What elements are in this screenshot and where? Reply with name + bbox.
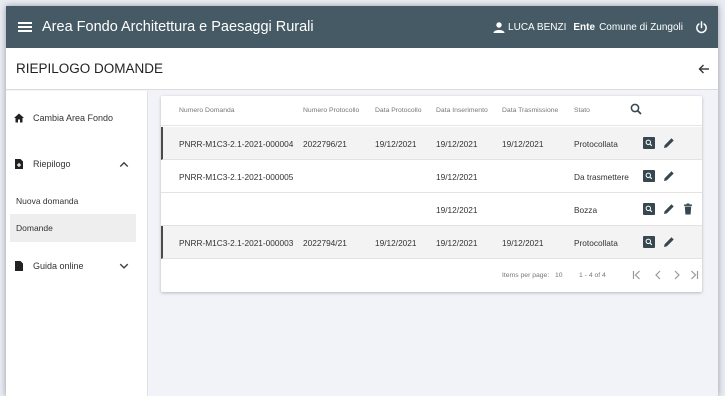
cell-numero-protocollo: 2022794/21 bbox=[303, 238, 347, 248]
table-row[interactable]: PNRR-M1C3-2.1-2021-000005 19/12/2021 Da … bbox=[161, 160, 702, 193]
sidebar-subitem-label: Nuova domanda bbox=[16, 196, 79, 206]
column-header-stato[interactable]: Stato bbox=[574, 107, 590, 114]
page-title: RIEPILOGO DOMANDE bbox=[16, 61, 164, 76]
cell-data-inserimento: 19/12/2021 bbox=[436, 205, 478, 215]
sidebar-item-label: Guida online bbox=[33, 261, 84, 271]
edit-icon[interactable] bbox=[663, 236, 675, 248]
cell-data-trasmissione: 19/12/2021 bbox=[502, 238, 544, 248]
sidebar-item-riepilogo[interactable]: Riepilogo bbox=[14, 159, 142, 169]
cell-stato: Bozza bbox=[574, 205, 598, 215]
page-size-select[interactable]: 10 bbox=[555, 272, 563, 279]
sidebar-item-cambia-area-fondo[interactable]: Cambia Area Fondo bbox=[14, 113, 142, 123]
paginator: Items per page: 10 1 - 4 of 4 bbox=[161, 258, 702, 292]
sidebar-item-label: Riepilogo bbox=[33, 159, 71, 169]
view-icon[interactable] bbox=[643, 236, 655, 248]
cell-numero-domanda: PNRR-M1C3-2.1-2021-000004 bbox=[179, 139, 294, 149]
items-per-page-label: Items per page: bbox=[502, 272, 550, 279]
power-icon[interactable] bbox=[695, 20, 708, 34]
chevron-up-icon[interactable] bbox=[119, 159, 129, 169]
column-header-data-protocollo[interactable]: Data Protocollo bbox=[375, 107, 421, 114]
chevron-down-icon[interactable] bbox=[119, 261, 129, 271]
sidebar-subitem-domande[interactable]: Domande bbox=[10, 214, 136, 242]
cell-data-protocollo: 19/12/2021 bbox=[375, 238, 417, 248]
next-page-icon[interactable] bbox=[671, 269, 683, 281]
table-row[interactable]: PNRR-M1C3-2.1-2021-000003 2022794/21 19/… bbox=[161, 226, 702, 259]
cell-data-inserimento: 19/12/2021 bbox=[436, 139, 478, 149]
sidebar-subitem-label: Domande bbox=[16, 223, 53, 233]
ente-label: Ente bbox=[573, 21, 596, 33]
view-icon[interactable] bbox=[643, 170, 655, 182]
prev-page-icon[interactable] bbox=[652, 269, 664, 281]
file-plus-icon bbox=[15, 159, 23, 169]
app-window: Area Fondo Architettura e Paesaggi Rural… bbox=[6, 6, 718, 396]
home-icon bbox=[14, 113, 24, 123]
page-header: RIEPILOGO DOMANDE bbox=[6, 48, 718, 90]
view-icon[interactable] bbox=[643, 137, 655, 149]
cell-stato: Protocollata bbox=[574, 139, 618, 149]
domande-table-card: Numero Domanda Numero Protocollo Data Pr… bbox=[161, 96, 702, 292]
cell-data-inserimento: 19/12/2021 bbox=[436, 172, 478, 182]
sidebar-subitem-nuova-domanda[interactable]: Nuova domanda bbox=[10, 187, 136, 215]
last-page-icon[interactable] bbox=[688, 269, 700, 281]
column-header-data-inserimento[interactable]: Data Inserimento bbox=[436, 107, 488, 114]
column-header-data-trasmissione[interactable]: Data Trasmissione bbox=[502, 107, 558, 114]
app-title: Area Fondo Architettura e Paesaggi Rural… bbox=[42, 19, 314, 35]
view-icon[interactable] bbox=[643, 203, 655, 215]
table-row[interactable]: PNRR-M1C3-2.1-2021-000004 2022796/21 19/… bbox=[161, 127, 702, 160]
delete-icon[interactable] bbox=[682, 203, 694, 215]
document-icon bbox=[15, 261, 23, 271]
sidebar: Cambia Area Fondo Riepilogo Nuova domand… bbox=[6, 91, 148, 396]
edit-icon[interactable] bbox=[663, 203, 675, 215]
table-row[interactable]: 19/12/2021 Bozza bbox=[161, 193, 702, 226]
sidebar-item-guida-online[interactable]: Guida online bbox=[14, 261, 142, 271]
column-header-numero-domanda[interactable]: Numero Domanda bbox=[179, 107, 235, 114]
cell-numero-protocollo: 2022796/21 bbox=[303, 139, 347, 149]
cell-numero-domanda: PNRR-M1C3-2.1-2021-000005 bbox=[179, 172, 294, 182]
column-header-numero-protocollo[interactable]: Numero Protocollo bbox=[303, 107, 359, 114]
ente-value: Comune di Zungoli bbox=[599, 21, 683, 33]
search-icon[interactable] bbox=[630, 103, 642, 115]
page-range: 1 - 4 of 4 bbox=[579, 272, 606, 279]
top-bar: Area Fondo Architettura e Paesaggi Rural… bbox=[6, 6, 718, 48]
first-page-icon[interactable] bbox=[631, 269, 643, 281]
sidebar-item-label: Cambia Area Fondo bbox=[33, 113, 114, 123]
user-name[interactable]: LUCA BENZI bbox=[508, 22, 566, 33]
cell-data-inserimento: 19/12/2021 bbox=[436, 238, 478, 248]
edit-icon[interactable] bbox=[663, 170, 675, 182]
cell-numero-domanda: PNRR-M1C3-2.1-2021-000003 bbox=[179, 238, 294, 248]
menu-icon[interactable] bbox=[18, 22, 32, 32]
cell-stato: Protocollata bbox=[574, 238, 618, 248]
cell-data-protocollo: 19/12/2021 bbox=[375, 139, 417, 149]
edit-icon[interactable] bbox=[663, 137, 675, 149]
user-area: LUCA BENZI Ente Comune di Zungoli bbox=[493, 20, 708, 34]
cell-data-trasmissione: 19/12/2021 bbox=[502, 139, 544, 149]
arrow-left-icon[interactable] bbox=[698, 63, 710, 75]
user-icon bbox=[493, 21, 505, 33]
table-header: Numero Domanda Numero Protocollo Data Pr… bbox=[161, 96, 702, 126]
cell-stato: Da trasmettere bbox=[574, 172, 629, 182]
